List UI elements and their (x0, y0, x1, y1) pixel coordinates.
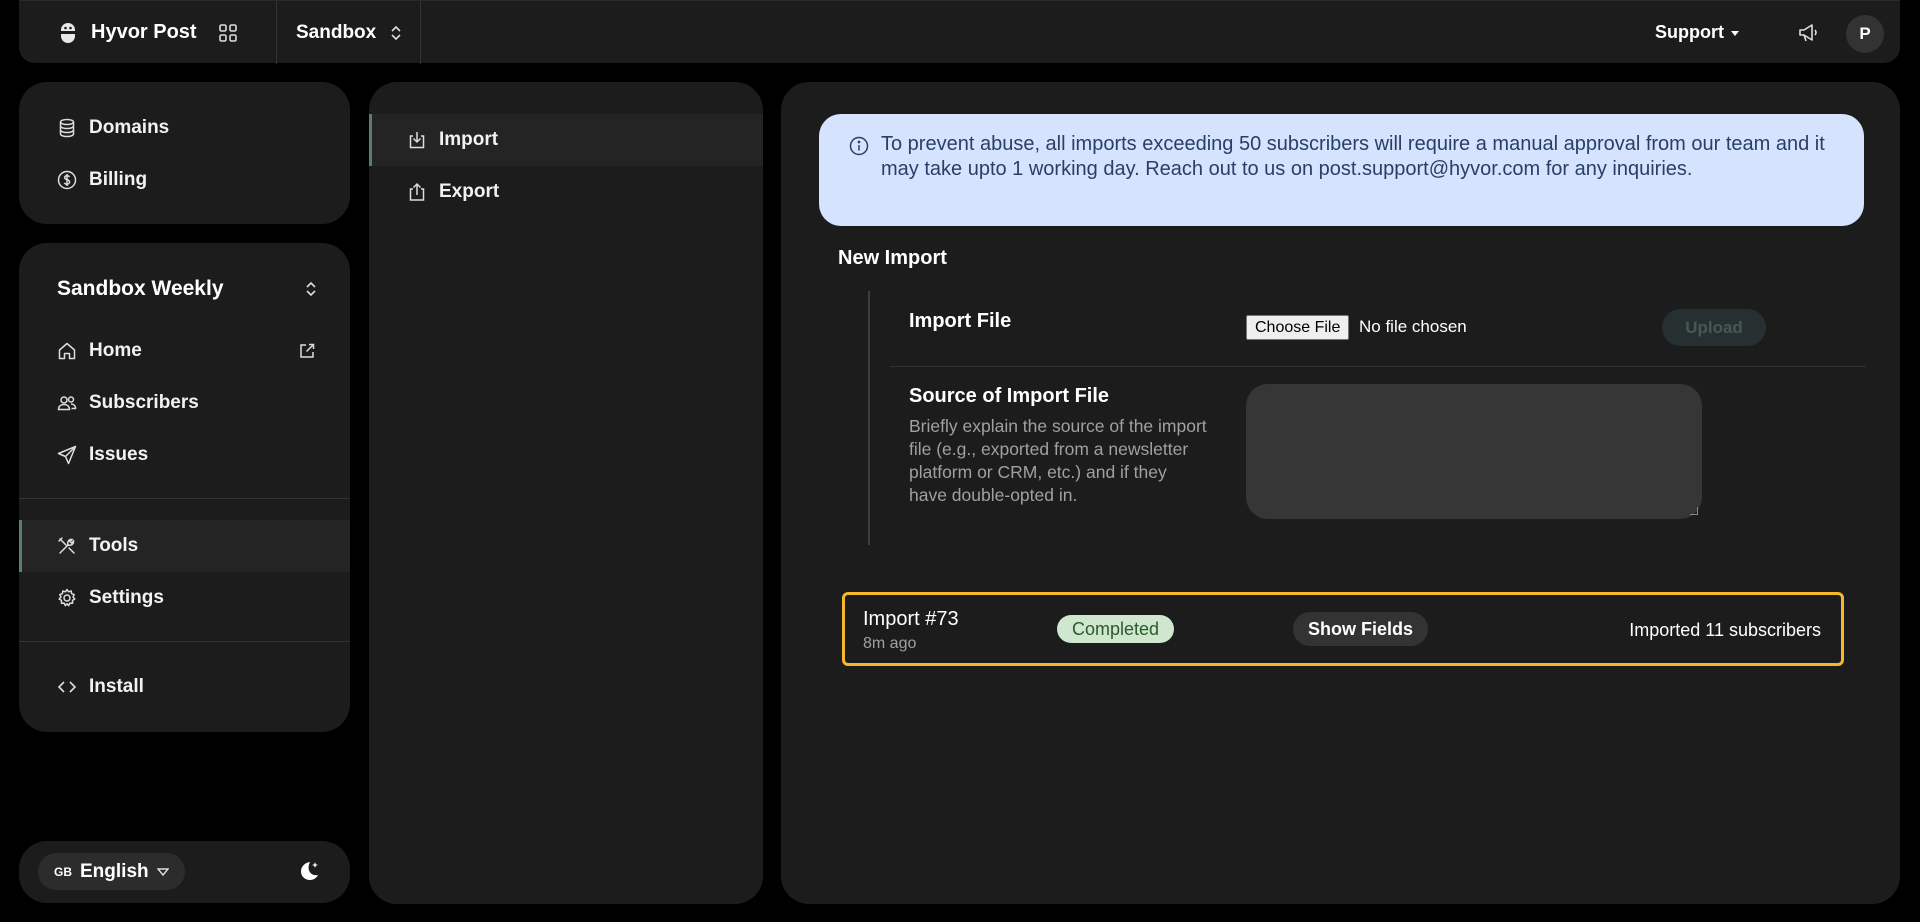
sidebar-item-tools[interactable]: Tools (19, 520, 350, 572)
megaphone-icon[interactable] (1797, 23, 1819, 43)
export-icon (409, 182, 425, 201)
brand[interactable]: Hyvor Post (59, 1, 197, 64)
sidebar-item-label: Home (89, 340, 142, 361)
tools-icon (58, 537, 75, 554)
import-title: Import #73 (863, 608, 959, 630)
sidebar-item-label: Tools (89, 535, 139, 556)
status-badge: Completed (1057, 615, 1175, 643)
import-time: 8m ago (863, 635, 917, 652)
section-title: New Import (838, 247, 947, 269)
choose-file-button[interactable]: Choose File (1246, 315, 1350, 340)
send-icon (57, 445, 77, 465)
divider (420, 1, 421, 64)
main-content: To prevent abuse, all imports exceeding … (781, 82, 1900, 904)
import-icon (409, 132, 425, 149)
sidebar-item-label: Issues (89, 444, 149, 465)
source-textarea[interactable] (1246, 384, 1702, 519)
support-label: Support (1655, 22, 1724, 42)
sidebar-newsletter-panel: Sandbox Weekly Home Subscribers Issues T… (19, 243, 350, 732)
sidebar-item-home[interactable]: Home (19, 325, 350, 377)
sidebar-item-label: Install (89, 676, 144, 697)
home-icon (58, 342, 76, 360)
import-file-label: Import File (909, 310, 1012, 332)
gear-icon (58, 588, 76, 607)
newsletter-name: Sandbox Weekly (57, 277, 224, 300)
sidebar-item-settings[interactable]: Settings (19, 572, 350, 624)
file-status: No file chosen (1359, 317, 1467, 336)
sidebar-item-install[interactable]: Install (19, 661, 350, 713)
caret-down-icon (156, 867, 169, 876)
sidebar-item-subscribers[interactable]: Subscribers (19, 377, 350, 429)
flag-icon: GB (54, 864, 72, 879)
sidebar-item-label: Domains (89, 117, 170, 138)
tools-nav-panel: Import Export (369, 82, 763, 904)
source-label: Source of Import File (909, 385, 1110, 407)
project-switcher[interactable]: Sandbox (296, 1, 402, 64)
resize-handle-icon[interactable] (1690, 507, 1698, 515)
divider (276, 1, 277, 64)
source-description: Briefly explain the source of the import… (909, 416, 1207, 505)
chevron-up-down-icon (391, 25, 401, 40)
divider (890, 366, 1866, 367)
brand-name: Hyvor Post (91, 21, 197, 43)
tab-export[interactable]: Export (369, 166, 763, 218)
sidebar-item-billing[interactable]: Billing (19, 154, 350, 206)
import-summary: Imported 11 subscribers (1629, 620, 1821, 640)
database-icon (59, 118, 75, 138)
moon-icon[interactable] (297, 859, 321, 883)
sidebar-item-label: Settings (89, 587, 164, 608)
sidebar-item-label: Billing (89, 169, 148, 190)
sidebar-item-issues[interactable]: Issues (19, 429, 350, 481)
code-icon (57, 681, 77, 693)
info-alert: To prevent abuse, all imports exceeding … (819, 114, 1864, 226)
top-bar: Hyvor Post Sandbox Support P (19, 0, 1900, 64)
sidebar-item-domains[interactable]: Domains (19, 102, 350, 154)
divider (19, 498, 350, 499)
project-name: Sandbox (296, 21, 377, 43)
divider (19, 641, 350, 642)
apps-grid-icon[interactable] (218, 23, 238, 43)
hyvor-logo-icon (61, 22, 75, 43)
import-row: Import #73 8m ago Completed Show Fields … (842, 592, 1844, 666)
users-icon (57, 396, 77, 411)
chevron-up-down-icon (306, 281, 316, 297)
caret-down-icon (1731, 30, 1739, 36)
language-selector[interactable]: GB English (38, 853, 185, 890)
sidebar-account-panel: Domains Billing (19, 82, 350, 224)
info-icon (849, 136, 869, 156)
sidebar-item-label: Subscribers (89, 392, 199, 413)
alert-text: To prevent abuse, all imports exceeding … (881, 133, 1825, 180)
import-form: Import File Choose File No file chosen U… (868, 291, 1866, 545)
avatar[interactable]: P (1846, 15, 1884, 53)
language-name: English (80, 860, 149, 882)
tab-label: Export (439, 181, 500, 202)
support-menu[interactable]: Support (1655, 1, 1740, 64)
tab-label: Import (439, 129, 499, 150)
upload-button[interactable]: Upload (1662, 309, 1766, 346)
tab-import[interactable]: Import (369, 114, 763, 166)
sidebar-footer: GB English (19, 841, 350, 903)
show-fields-button[interactable]: Show Fields (1293, 612, 1429, 646)
dollar-circle-icon (57, 170, 77, 190)
external-link-icon[interactable] (298, 342, 316, 360)
newsletter-switcher[interactable]: Sandbox Weekly (57, 269, 317, 309)
